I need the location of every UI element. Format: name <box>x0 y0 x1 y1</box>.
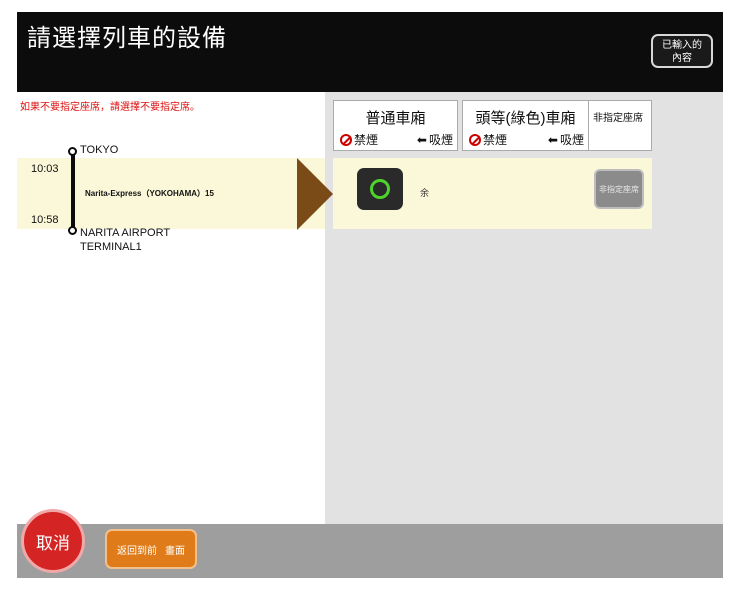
route-line <box>71 155 75 234</box>
smoking-icon: ⬅ <box>416 132 427 147</box>
smoking-label: 吸煙 <box>428 133 453 147</box>
available-circle-icon <box>370 179 390 199</box>
ordinary-car-title: 普通車廂 <box>365 110 426 127</box>
seat-note: 余 <box>420 188 430 198</box>
smoking-label: 吸煙 <box>559 133 584 147</box>
confirm-label-line1: 已輸入的 <box>662 40 702 51</box>
no-smoking-label: 禁煙 <box>483 133 508 147</box>
row-pointer-arrow-icon <box>297 158 333 230</box>
app-frame: 請選擇列車的設備 已輸入的 內容 如果不要指定座席，請選擇不要指定席。 普通車廂… <box>17 12 723 578</box>
arrival-station-line2: TERMINAL1 <box>80 241 142 253</box>
departure-station: TOKYO <box>80 144 119 156</box>
seat-panel <box>325 92 723 524</box>
green-car-title: 頭等(綠色)車廂 <box>475 110 576 127</box>
page-title: 請選擇列車的設備 <box>27 25 227 52</box>
arrival-station-dot <box>68 226 77 235</box>
green-car-header: 頭等(綠色)車廂 禁煙 ⬅ 吸煙 <box>462 100 589 151</box>
ordinary-car-header: 普通車廂 禁煙 ⬅ 吸煙 <box>333 100 458 151</box>
seat-availability-row: 余 非指定座席 <box>333 158 652 229</box>
instruction-text: 如果不要指定座席，請選擇不要指定席。 <box>20 102 200 113</box>
back-label-suffix: 畫面 <box>165 545 185 557</box>
no-smoking-icon <box>340 133 352 146</box>
header-bar: 請選擇列車的設備 已輸入的 內容 <box>17 12 723 92</box>
ordinary-no-smoking-seat-button[interactable] <box>357 168 403 210</box>
unreserved-seat-button[interactable]: 非指定座席 <box>594 169 644 209</box>
arrival-time: 10:58 <box>31 214 59 226</box>
no-smoking-icon <box>469 133 481 146</box>
no-smoking-label: 禁煙 <box>354 133 379 147</box>
departure-station-dot <box>68 147 77 156</box>
confirm-entered-button[interactable]: 已輸入的 內容 <box>651 34 713 68</box>
unreserved-title: 非指定座席 <box>593 113 643 124</box>
cancel-button[interactable]: 取消 <box>21 509 85 573</box>
arrival-station: NARITA AIRPORT TERMINAL1 <box>80 226 170 254</box>
back-button[interactable]: 返回到前 畫面 <box>105 529 197 569</box>
departure-time: 10:03 <box>31 163 59 175</box>
arrival-station-line1: NARITA AIRPORT <box>80 227 171 239</box>
train-name: Narita-Express（YOKOHAMA）15 <box>85 189 214 198</box>
unreserved-header: 非指定座席 <box>588 100 652 151</box>
back-label: 返回到前 <box>117 545 157 557</box>
smoking-icon: ⬅ <box>547 132 558 147</box>
confirm-label-line2: 內容 <box>672 53 692 64</box>
